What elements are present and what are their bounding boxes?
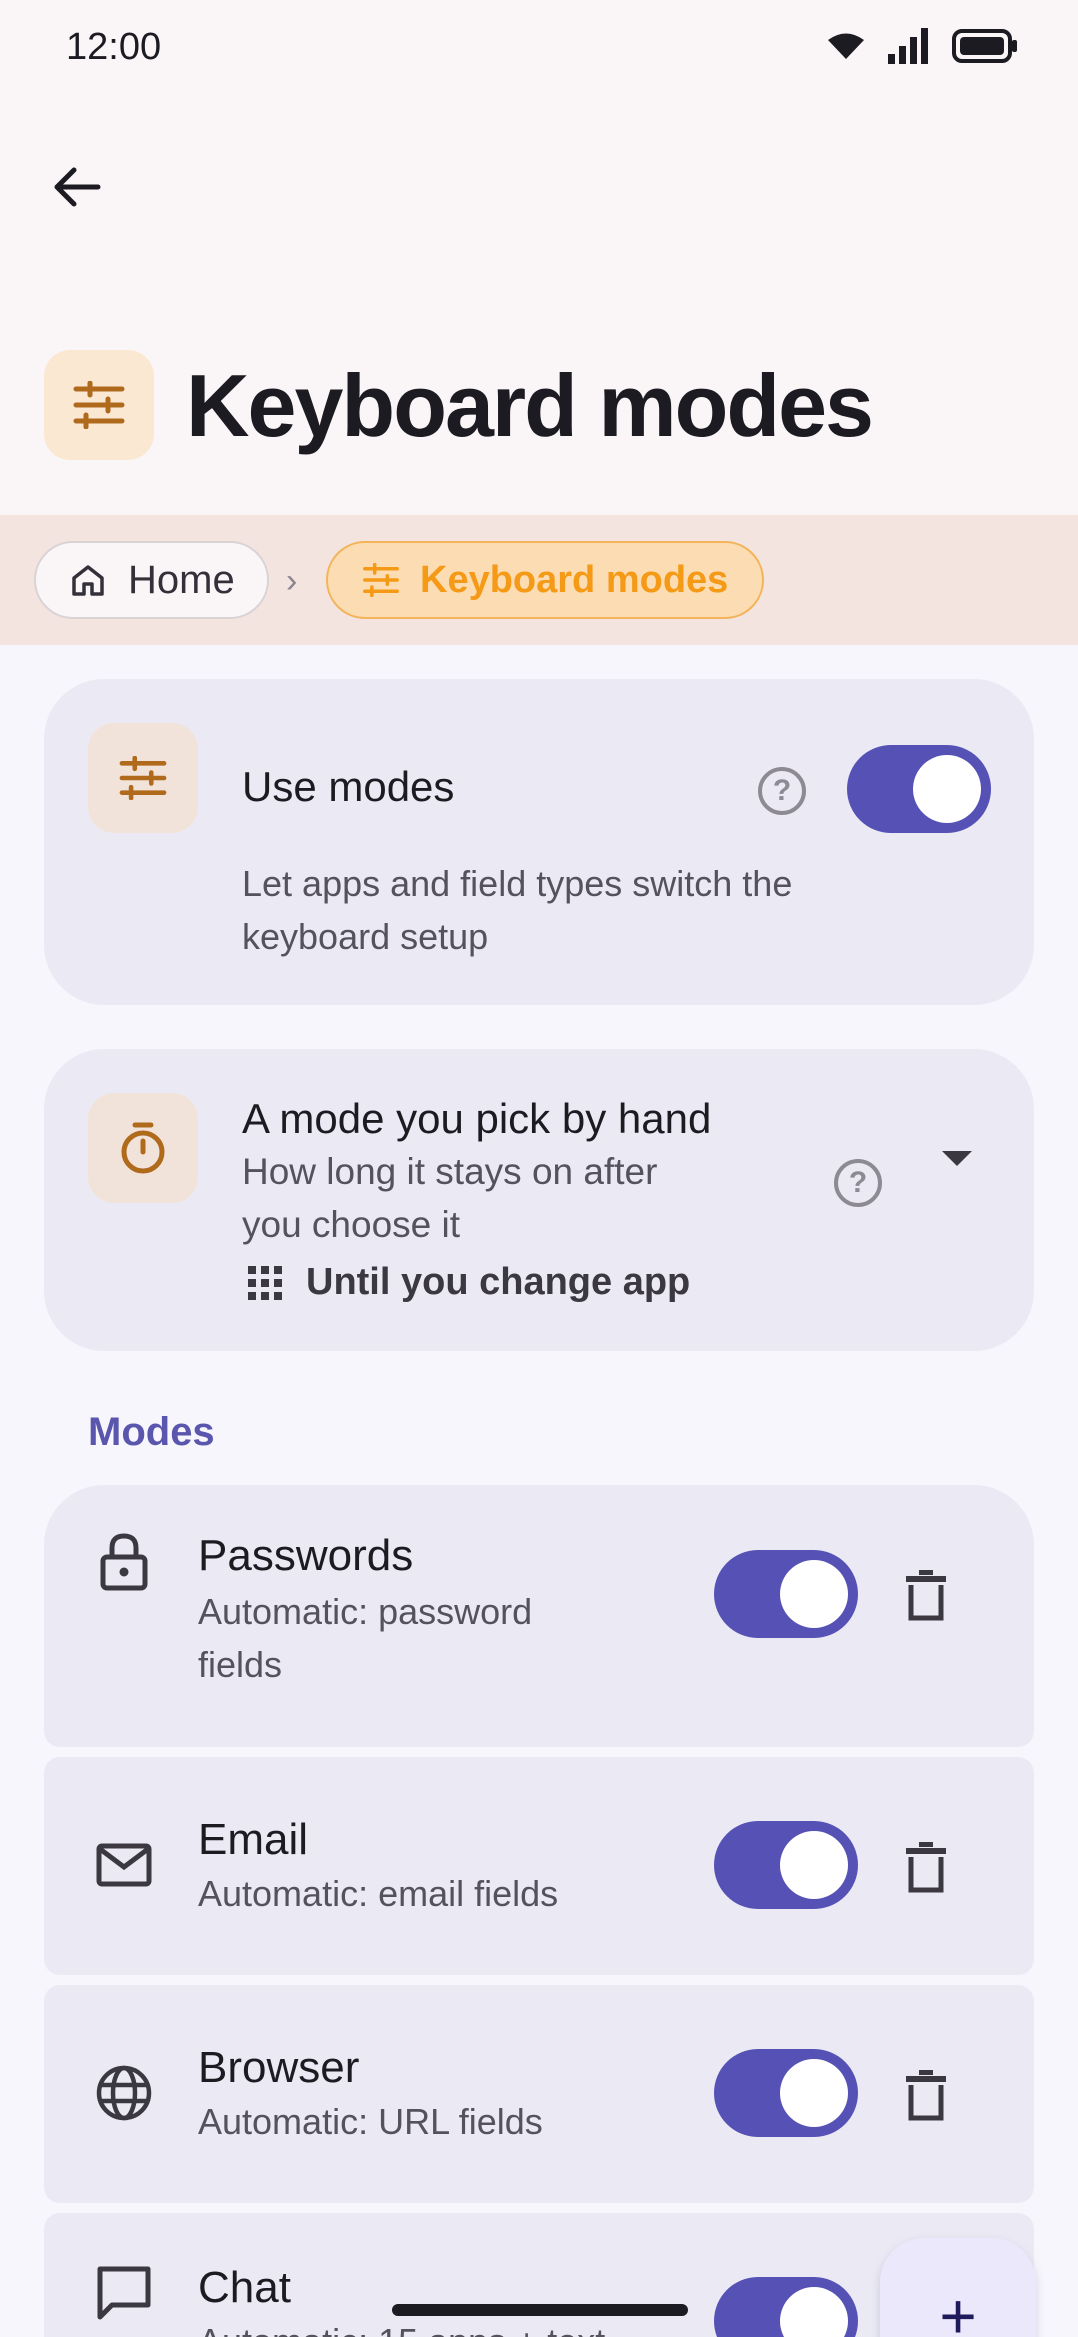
trash-icon[interactable] [896, 1565, 956, 1625]
lock-icon [92, 1529, 156, 1593]
back-button[interactable] [40, 150, 114, 224]
home-icon [72, 565, 104, 596]
mode-subtitle: Automatic: 15 apps + text [198, 2315, 605, 2337]
signal-icon [888, 28, 928, 64]
mode-item-passwords[interactable]: Passwords Automatic: password fields [44, 1485, 1034, 1747]
mode-toggle[interactable] [714, 2277, 858, 2337]
mode-subtitle: Automatic: email fields [198, 1873, 559, 1914]
chevron-right-icon: › [286, 562, 298, 600]
breadcrumb-home-label: Home [128, 557, 235, 602]
toggle-knob [780, 2059, 848, 2127]
arrow-left-icon [54, 167, 101, 207]
mode-title: Chat [198, 2263, 291, 2312]
use-modes-icon-tile [88, 723, 198, 833]
timer-icon [121, 1122, 165, 1174]
status-time: 12:00 [66, 26, 162, 68]
page-title: Keyboard modes [186, 356, 874, 455]
mode-toggle[interactable] [714, 1550, 858, 1638]
use-modes-card[interactable]: Use modes ? Let apps and field types swi… [44, 679, 1034, 1005]
manual-mode-card[interactable]: A mode you pick by hand How long it stay… [44, 1049, 1034, 1351]
mode-toggle[interactable] [714, 1821, 858, 1909]
trash-icon[interactable] [896, 2065, 956, 2125]
toggle-knob [913, 755, 981, 823]
chevron-down-icon[interactable] [940, 1149, 974, 1169]
title-icon-tile [44, 350, 154, 460]
tune-icon [73, 381, 125, 429]
mode-subtitle: Automatic: URL fields [198, 2101, 543, 2142]
manual-mode-title: A mode you pick by hand [242, 1095, 712, 1142]
status-icons [826, 28, 1018, 64]
toggle-knob [780, 2287, 848, 2337]
chat-icon [92, 2261, 156, 2325]
mode-toggle[interactable] [714, 2049, 858, 2137]
help-icon[interactable]: ? [834, 1159, 882, 1207]
toggle-knob [780, 1560, 848, 1628]
mode-item-browser[interactable]: Browser Automatic: URL fields [44, 1985, 1034, 2203]
mode-title: Email [198, 1815, 309, 1864]
modes-section-label: Modes [88, 1410, 215, 1454]
home-indicator[interactable] [392, 2304, 688, 2316]
tune-icon [119, 756, 167, 800]
help-icon[interactable]: ? [758, 767, 806, 815]
use-modes-toggle[interactable] [847, 745, 991, 833]
wifi-icon [828, 33, 864, 59]
breadcrumb-current-label: Keyboard modes [420, 558, 729, 601]
mail-icon [92, 1833, 156, 1897]
tune-icon [363, 563, 399, 597]
mode-subtitle: Automatic: password fields [198, 1591, 533, 1685]
use-modes-description: Let apps and field types switch the keyb… [242, 863, 793, 957]
grid-icon [248, 1265, 282, 1300]
mode-item-email[interactable]: Email Automatic: email fields [44, 1757, 1034, 1975]
battery-icon [952, 29, 1017, 63]
breadcrumb-home[interactable]: Home [34, 541, 269, 619]
manual-mode-icon-tile [88, 1093, 198, 1203]
add-mode-button[interactable]: + [880, 2238, 1036, 2337]
manual-mode-subtitle: How long it stays on after you choose it [242, 1151, 658, 1245]
globe-icon [92, 2061, 156, 2125]
toggle-knob [780, 1831, 848, 1899]
manual-mode-value-label: Until you change app [306, 1261, 691, 1303]
mode-title: Passwords [198, 1531, 414, 1580]
plus-icon: + [939, 2280, 977, 2337]
trash-icon[interactable] [896, 1837, 956, 1897]
breadcrumb-current[interactable]: Keyboard modes [326, 541, 765, 619]
manual-mode-value: Until you change app [248, 1261, 690, 1304]
use-modes-title: Use modes [242, 763, 455, 810]
mode-title: Browser [198, 2043, 360, 2092]
